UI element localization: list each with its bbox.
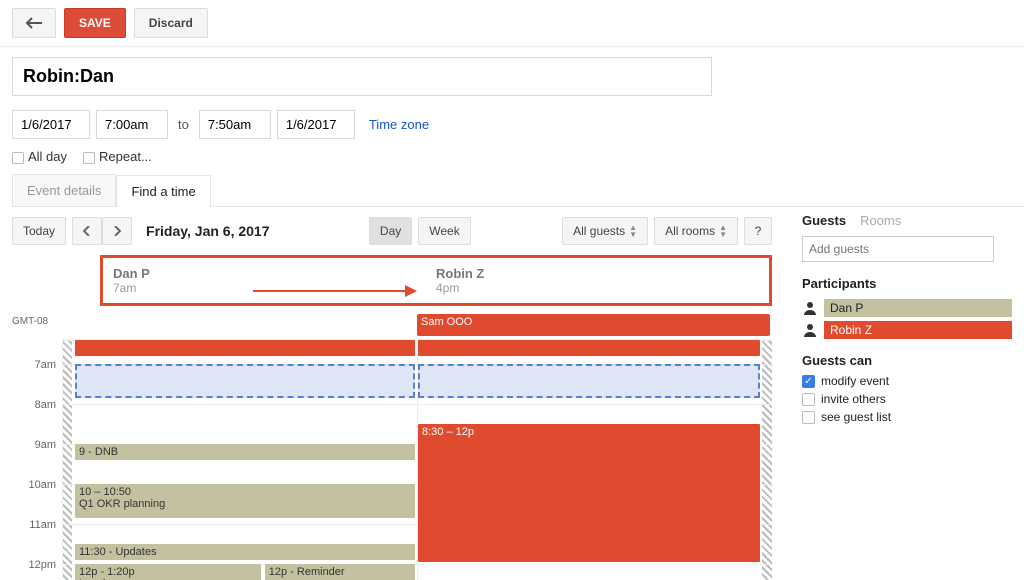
help-button[interactable]: ? <box>744 217 772 245</box>
participants-title: Participants <box>802 276 1012 291</box>
day-view-button[interactable]: Day <box>369 217 412 245</box>
today-button[interactable]: Today <box>12 217 66 245</box>
header-participant-2-time: 4pm <box>436 281 759 295</box>
arrow-head-icon <box>405 285 417 297</box>
hour-label: 9am <box>14 439 56 451</box>
header-participant-2: Robin Z <box>436 266 759 281</box>
to-label: to <box>174 117 193 132</box>
column-dan[interactable]: 9 - DNB 10 – 10:50Q1 OKR planning 11:30 … <box>62 340 417 580</box>
add-guests-input[interactable] <box>802 236 994 262</box>
event-partial[interactable] <box>75 340 415 356</box>
selected-timeslot-2[interactable] <box>418 364 760 398</box>
start-time-input[interactable] <box>96 110 168 139</box>
repeat-checkbox[interactable]: Repeat... <box>83 149 152 164</box>
back-button[interactable] <box>12 8 56 38</box>
allday-event-sam[interactable]: Sam OOO <box>417 314 770 336</box>
event-updates[interactable]: 11:30 - Updates <box>75 544 415 560</box>
tab-find-a-time[interactable]: Find a time <box>116 175 210 207</box>
guests-can-title: Guests can <box>802 353 1012 368</box>
person-icon <box>802 322 818 338</box>
column-robin[interactable]: 8:30 – 12p <box>417 340 772 580</box>
participants-header: Dan P 7am Robin Z 4pm <box>100 255 772 306</box>
event-block-830-12[interactable]: 8:30 – 12p <box>418 424 760 562</box>
event-reminder[interactable]: 12p - Reminder <box>265 564 415 580</box>
save-button[interactable]: SAVE <box>64 8 126 38</box>
participant-row[interactable]: Robin Z <box>802 321 1012 339</box>
next-button[interactable] <box>102 217 132 245</box>
discard-button[interactable]: Discard <box>134 8 208 38</box>
event-title-input[interactable] <box>12 57 712 96</box>
timezone-label: GMT-08 <box>12 316 48 327</box>
start-date-input[interactable] <box>12 110 90 139</box>
prev-button[interactable] <box>72 217 102 245</box>
hour-label: 8am <box>14 399 56 411</box>
header-participant-1: Dan P <box>113 266 436 281</box>
arrow-line <box>253 290 405 292</box>
allday-checkbox[interactable]: All day <box>12 149 67 164</box>
event-lunch[interactable]: 12p - 1:20pLunch <box>75 564 261 580</box>
event-okr[interactable]: 10 – 10:50Q1 OKR planning <box>75 484 415 518</box>
hour-label: 7am <box>14 359 56 371</box>
all-guests-filter[interactable]: All guests▲▼ <box>562 217 648 245</box>
tab-event-details[interactable]: Event details <box>12 174 116 206</box>
event-dnb[interactable]: 9 - DNB <box>75 444 415 460</box>
person-icon <box>802 300 818 316</box>
end-time-input[interactable] <box>199 110 271 139</box>
all-rooms-filter[interactable]: All rooms▲▼ <box>654 217 738 245</box>
week-view-button[interactable]: Week <box>418 217 470 245</box>
hour-label: 10am <box>14 479 56 491</box>
modify-event-checkbox[interactable]: ✓modify event <box>802 374 1012 388</box>
hour-label: 11am <box>14 519 56 531</box>
participant-label: Robin Z <box>824 321 1012 339</box>
see-guest-list-checkbox[interactable]: ✓see guest list <box>802 410 1012 424</box>
selected-timeslot[interactable] <box>75 364 415 398</box>
tab-rooms[interactable]: Rooms <box>860 213 901 228</box>
tab-guests[interactable]: Guests <box>802 213 846 228</box>
current-date-label: Friday, Jan 6, 2017 <box>146 223 269 239</box>
participant-label: Dan P <box>824 299 1012 317</box>
event-partial-2[interactable] <box>418 340 760 356</box>
invite-others-checkbox[interactable]: ✓invite others <box>802 392 1012 406</box>
end-date-input[interactable] <box>277 110 355 139</box>
header-participant-1-time: 7am <box>113 281 436 295</box>
hour-label: 12pm <box>14 559 56 571</box>
timezone-link[interactable]: Time zone <box>369 117 429 132</box>
participant-row[interactable]: Dan P <box>802 299 1012 317</box>
